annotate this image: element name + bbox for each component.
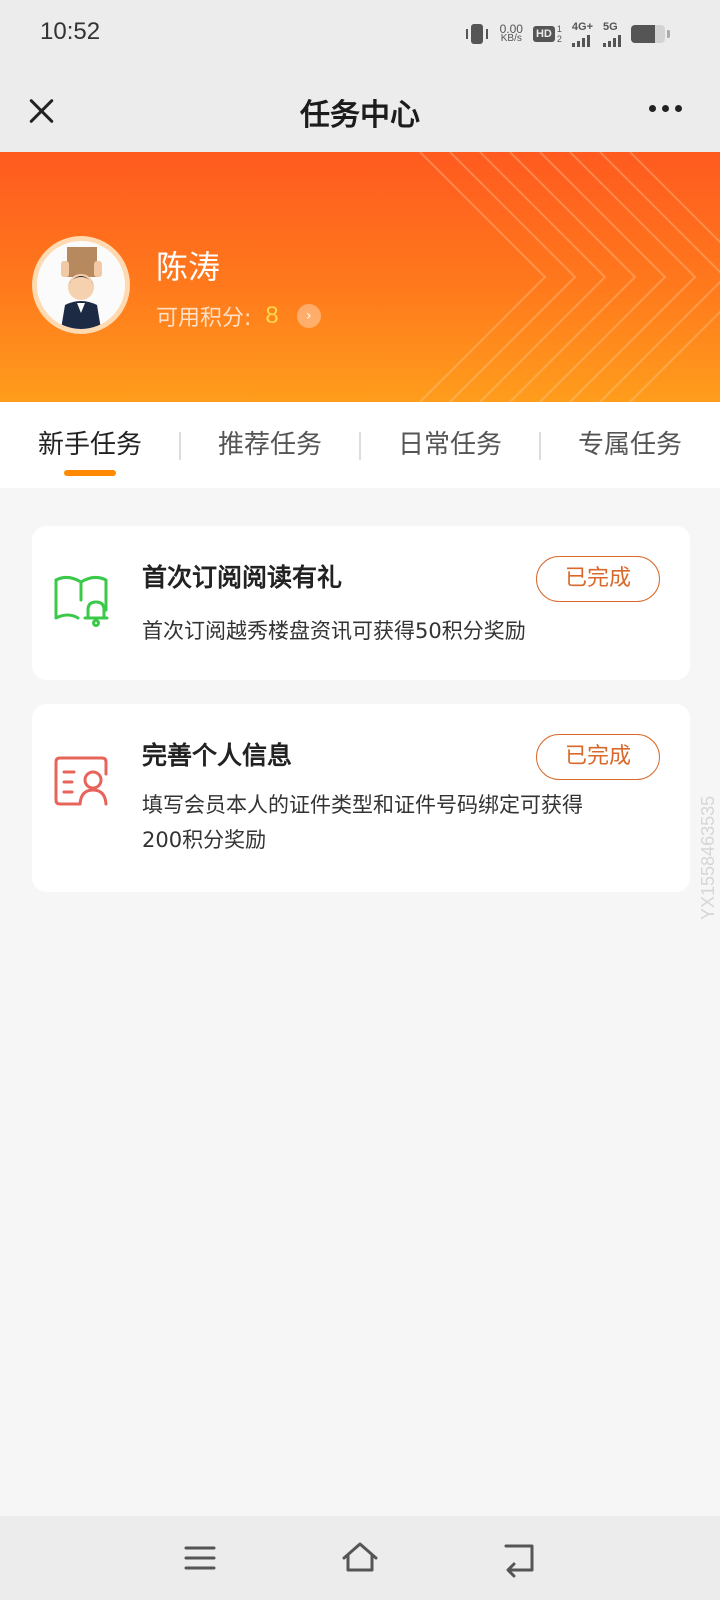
net-speed-unit: KB/s — [500, 33, 522, 44]
signal-4g-icon: 4G+ — [571, 20, 593, 47]
task-description: 填写会员本人的证件类型和证件号码绑定可获得200积分奖励 — [142, 793, 583, 852]
back-icon[interactable] — [500, 1538, 540, 1578]
hd-sim-index: 1 2 — [556, 24, 562, 44]
home-icon[interactable] — [340, 1538, 380, 1578]
task-card: 完善个人信息 填写会员本人的证件类型和证件号码绑定可获得200积分奖励 已完成 — [32, 704, 690, 892]
hd-icon: HD — [532, 26, 555, 42]
task-title: 首次订阅阅读有礼 — [142, 563, 343, 592]
avatar-image — [37, 241, 125, 329]
tab-exclusive[interactable]: 专属任务 — [540, 402, 720, 488]
vibrate-icon — [464, 23, 490, 45]
points-row[interactable]: 可用积分: 8 › — [156, 300, 321, 332]
task-card: 首次订阅阅读有礼 首次订阅越秀楼盘资讯可获得50积分奖励 已完成 — [32, 526, 690, 680]
user-name: 陈涛 — [156, 248, 221, 286]
status-time: 10:52 — [40, 18, 101, 45]
tab-daily[interactable]: 日常任务 — [360, 402, 540, 488]
net-speed: 0.00 KB/s — [500, 23, 523, 44]
battery-tip — [667, 30, 670, 38]
battery-icon — [631, 25, 665, 43]
id-card-icon — [54, 756, 108, 806]
task-status-button[interactable]: 已完成 — [536, 734, 660, 780]
signal-4g-label: 4G+ — [571, 20, 593, 33]
watermark: YX1558463535 — [698, 795, 718, 920]
title-bar: 任务中心 — [0, 68, 720, 152]
tab-recommended[interactable]: 推荐任务 — [180, 402, 360, 488]
points-value: 8 — [265, 302, 279, 329]
chevron-right-icon[interactable]: › — [296, 304, 321, 328]
menu-icon[interactable] — [180, 1538, 220, 1578]
more-icon[interactable] — [640, 88, 690, 128]
task-status-button[interactable]: 已完成 — [536, 556, 660, 602]
signal-5g-label: 5G — [603, 20, 618, 33]
task-title: 完善个人信息 — [142, 741, 293, 770]
book-bell-icon — [54, 575, 109, 627]
system-nav-bar — [0, 1516, 720, 1600]
profile-banner: 陈涛 可用积分: 8 › — [0, 152, 720, 402]
active-tab-indicator — [64, 470, 116, 476]
task-description: 首次订阅越秀楼盘资讯可获得50积分奖励 — [142, 619, 526, 643]
points-label: 可用积分: — [156, 306, 252, 331]
signal-5g-icon: 5G — [603, 20, 621, 47]
status-icons: 0.00 KB/s HD 1 2 4G+ 5G — [464, 20, 670, 48]
page-title: 任务中心 — [300, 98, 420, 133]
status-bar: 10:52 0.00 KB/s HD 1 2 4G+ 5G — [0, 0, 720, 68]
avatar[interactable] — [32, 236, 130, 334]
banner-pattern — [419, 152, 720, 402]
